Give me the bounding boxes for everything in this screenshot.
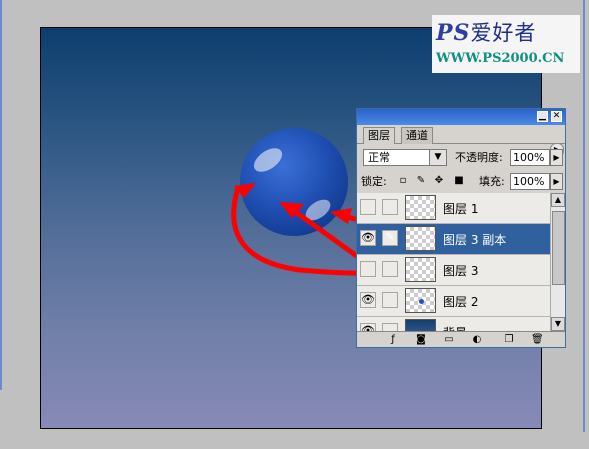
- lock-all-icon[interactable]: ■: [453, 175, 465, 187]
- panel-titlebar[interactable]: ▁ ✕: [357, 109, 565, 125]
- left-edge-line: [0, 0, 2, 390]
- scroll-thumb[interactable]: [552, 211, 565, 285]
- layer-row[interactable]: 图层 3: [357, 255, 550, 286]
- trash-icon[interactable]: 🗑: [531, 334, 544, 346]
- brush-icon[interactable]: [382, 261, 398, 277]
- layer-thumbnail: [405, 288, 436, 313]
- lock-move-icon[interactable]: ✥: [433, 175, 445, 187]
- layer-thumbnail: [405, 226, 436, 251]
- eye-icon[interactable]: [360, 261, 376, 277]
- opacity-field[interactable]: 100%: [510, 149, 550, 166]
- scroll-up-icon[interactable]: ▲: [551, 193, 565, 207]
- layer-name: 图层 3: [443, 264, 479, 278]
- brush-icon[interactable]: ✎: [382, 230, 398, 246]
- layer-thumbnail: [405, 195, 436, 220]
- folder-icon[interactable]: ▭: [443, 334, 455, 346]
- scroll-down-icon[interactable]: ▼: [551, 317, 565, 331]
- dropdown-arrow-icon[interactable]: ▼: [429, 150, 446, 165]
- tab-layers[interactable]: 图层: [363, 127, 395, 144]
- blend-mode-value: 正常: [368, 151, 390, 164]
- layers-list: 图层 1 👁 ✎ 图层 3 副本 图层 3 👁 图层 2 👁 背景: [357, 193, 550, 331]
- brush-icon[interactable]: [382, 199, 398, 215]
- logo-brand: PS爱好者: [436, 17, 536, 47]
- layer-row[interactable]: 👁 ✎ 图层 3 副本: [357, 224, 550, 255]
- mask-icon[interactable]: ◙: [415, 334, 427, 346]
- close-icon[interactable]: ✕: [551, 111, 562, 122]
- tab-channels[interactable]: 通道: [401, 127, 433, 144]
- layers-panel: ▁ ✕ 图层 通道 ▶ 正常 ▼ 不透明度: 100% ▶ 锁定: ▫ ✎ ✥ …: [356, 108, 566, 348]
- layer-thumbnail: [405, 319, 436, 331]
- logo-ps: PS: [436, 20, 471, 46]
- fx-icon[interactable]: ƒ: [387, 334, 399, 346]
- eye-icon[interactable]: 👁: [360, 230, 376, 246]
- opacity-arrow-icon[interactable]: ▶: [550, 149, 563, 166]
- fill-field[interactable]: 100%: [510, 173, 550, 190]
- eye-icon[interactable]: 👁: [360, 292, 376, 308]
- layer-thumbnail: [405, 257, 436, 282]
- new-layer-icon[interactable]: ❐: [503, 334, 515, 346]
- watermark-logo: PS爱好者 WWW.PS2000.CN: [432, 15, 580, 73]
- layer-name: 图层 2: [443, 295, 479, 309]
- panel-tabs: 图层 通道 ▶: [357, 125, 565, 157]
- fill-label: 填充:: [479, 175, 505, 188]
- layer-row[interactable]: 图层 1: [357, 193, 550, 224]
- layer-row[interactable]: 👁 图层 2: [357, 286, 550, 317]
- panel-bottom-bar: ƒ ◙ ▭ ◐ ❐ 🗑: [357, 331, 565, 348]
- brush-icon[interactable]: [382, 323, 398, 331]
- lock-paint-icon[interactable]: ✎: [415, 175, 427, 187]
- lock-label: 锁定:: [361, 175, 387, 188]
- layer-name: 图层 3 副本: [443, 233, 507, 247]
- eye-icon[interactable]: [360, 199, 376, 215]
- layer-row[interactable]: 👁 背景: [357, 317, 550, 331]
- blend-mode-select[interactable]: 正常 ▼: [363, 149, 447, 166]
- lock-transparency-icon[interactable]: ▫: [397, 175, 409, 187]
- adjustment-icon[interactable]: ◐: [471, 334, 483, 346]
- layers-scrollbar[interactable]: ▲ ▼: [550, 193, 565, 331]
- layer-name: 图层 1: [443, 202, 479, 216]
- eye-icon[interactable]: 👁: [360, 323, 376, 331]
- logo-cn: 爱好者: [470, 21, 537, 45]
- right-edge-line: [583, 0, 585, 432]
- layer-name: 背景: [443, 324, 467, 331]
- blend-row: 正常 ▼ 不透明度: 100% ▶: [357, 147, 565, 169]
- minimize-icon[interactable]: ▁: [537, 111, 548, 122]
- fill-arrow-icon[interactable]: ▶: [550, 173, 563, 190]
- opacity-label: 不透明度:: [455, 151, 503, 164]
- logo-url: WWW.PS2000.CN: [436, 51, 565, 66]
- lock-row: 锁定: ▫ ✎ ✥ ■ 填充: 100% ▶: [357, 171, 565, 194]
- thumbnail-dot: [419, 299, 424, 304]
- brush-icon[interactable]: [382, 292, 398, 308]
